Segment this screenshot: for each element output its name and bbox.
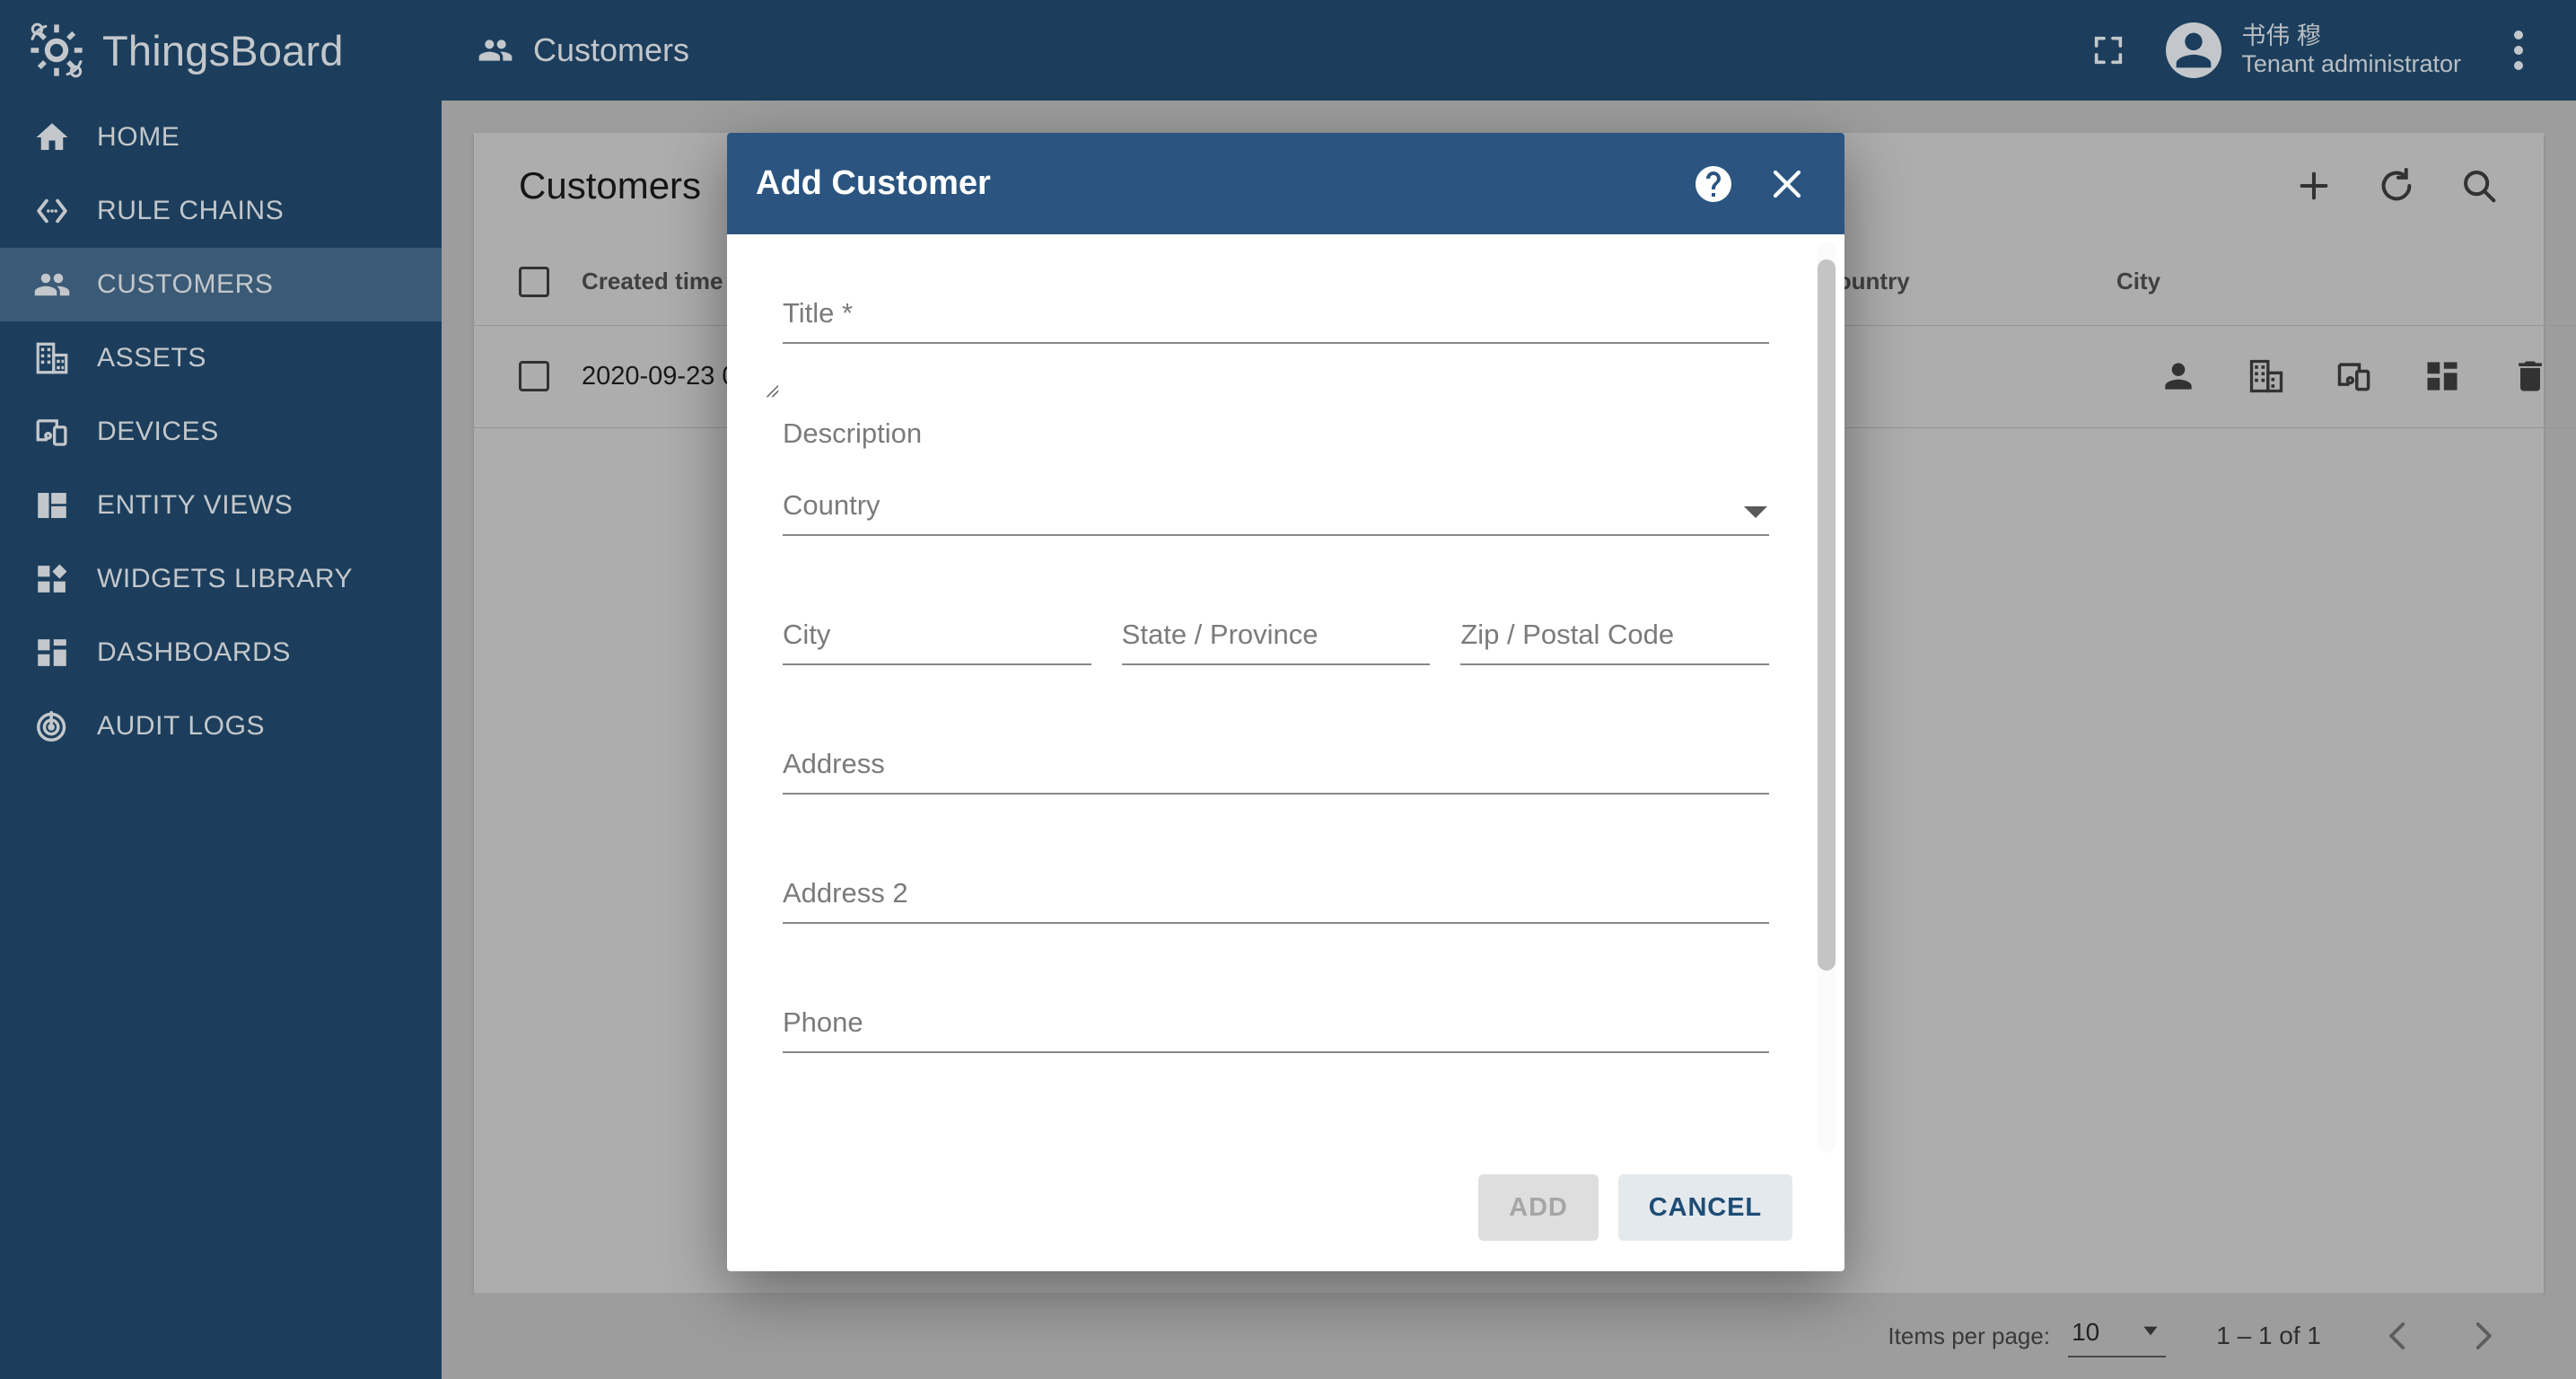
country-field-label: Country: [783, 489, 881, 521]
thingsboard-logo-icon: [27, 21, 86, 80]
add-button[interactable]: ADD: [1478, 1174, 1599, 1241]
address-field-label: Address: [783, 748, 885, 779]
field-address: Address: [783, 728, 1769, 795]
kebab-dot: [2514, 46, 2523, 55]
field-phone: Phone: [783, 987, 1769, 1053]
dialog-scrollbar[interactable]: [1818, 242, 1836, 1153]
sidebar-item-entity-views[interactable]: ENTITY VIEWS: [0, 469, 442, 542]
add-customer-dialog: Add Customer Title * Description Country…: [727, 133, 1844, 1271]
country-select[interactable]: Country: [783, 470, 1769, 536]
sidebar-item-widgets-library[interactable]: WIDGETS LIBRARY: [0, 542, 442, 616]
sidebar-item-label: ASSETS: [97, 343, 206, 373]
cancel-button[interactable]: CANCEL: [1617, 1174, 1792, 1241]
field-state: State / Province: [1121, 599, 1431, 665]
breadcrumb-title: Customers: [533, 31, 690, 68]
sidebar-item-label: AUDIT LOGS: [97, 711, 266, 741]
breadcrumb[interactable]: Customers: [478, 31, 689, 69]
city-field[interactable]: City: [783, 599, 1091, 665]
chevron-down-icon[interactable]: [1744, 506, 1767, 518]
field-gap: [783, 558, 1769, 599]
field-city: City: [783, 599, 1091, 665]
thingsboard-app: ThingsBoard HOME RULE CHAINS CUSTOMERS A…: [0, 0, 2576, 1379]
top-toolbar: Customers 书伟 穆 Tenant administrator: [442, 0, 2576, 101]
entity-views-icon: [32, 486, 72, 525]
address2-field-label: Address 2: [783, 877, 908, 909]
title-field-label: Title *: [783, 297, 854, 329]
sidebar-item-home[interactable]: HOME: [0, 101, 442, 174]
dialog-title: Add Customer: [756, 164, 991, 202]
sidebar-item-assets[interactable]: ASSETS: [0, 321, 442, 395]
field-address2: Address 2: [783, 857, 1769, 924]
fullscreen-icon[interactable]: [2083, 25, 2134, 75]
field-country: Country: [783, 470, 1769, 536]
sidebar-item-label: DEVICES: [97, 417, 219, 446]
phone-field[interactable]: Phone: [783, 987, 1769, 1053]
address-field[interactable]: Address: [783, 728, 1769, 795]
state-field[interactable]: State / Province: [1121, 599, 1431, 665]
sidebar-item-dashboards[interactable]: DASHBOARDS: [0, 616, 442, 690]
field-gap: [783, 428, 1769, 470]
sidebar-item-label: WIDGETS LIBRARY: [97, 564, 354, 593]
assets-icon: [32, 338, 72, 378]
field-zip: Zip / Postal Code: [1460, 599, 1770, 665]
sidebar-item-devices[interactable]: DEVICES: [0, 395, 442, 469]
help-icon[interactable]: [1688, 159, 1739, 209]
dialog-scrollbar-thumb[interactable]: [1818, 259, 1836, 971]
close-icon[interactable]: [1762, 159, 1812, 209]
field-gap: [783, 816, 1769, 857]
address2-field[interactable]: Address 2: [783, 857, 1769, 924]
user-role: Tenant administrator: [2241, 50, 2461, 77]
toolbar-right: 书伟 穆 Tenant administrator: [2083, 22, 2544, 78]
user-name: 书伟 穆: [2241, 22, 2321, 49]
state-field-label: State / Province: [1121, 619, 1319, 650]
sidebar-item-label: DASHBOARDS: [97, 637, 292, 667]
kebab-dot: [2514, 61, 2523, 70]
brand-name: ThingsBoard: [102, 26, 344, 75]
sidebar: ThingsBoard HOME RULE CHAINS CUSTOMERS A…: [0, 0, 442, 1379]
rule-chains-icon: [32, 191, 72, 231]
sidebar-item-rule-chains[interactable]: RULE CHAINS: [0, 174, 442, 248]
city-field-label: City: [783, 619, 831, 650]
resize-handle-icon[interactable]: [763, 382, 781, 400]
sidebar-item-label: HOME: [97, 122, 180, 152]
audit-logs-icon: [32, 707, 72, 746]
kebab-dot: [2514, 31, 2523, 40]
user-meta: 书伟 穆 Tenant administrator: [2241, 22, 2461, 78]
customers-icon: [32, 265, 72, 304]
sidebar-item-label: ENTITY VIEWS: [97, 490, 294, 520]
description-field-label: Description: [783, 417, 923, 449]
customers-icon: [478, 32, 513, 68]
user-menu[interactable]: 书伟 穆 Tenant administrator: [2160, 22, 2466, 78]
dialog-scroll-region: Title * Description Country City State /…: [767, 277, 1789, 1160]
sidebar-item-label: RULE CHAINS: [97, 196, 285, 225]
field-title: Title *: [783, 277, 1769, 344]
zip-field[interactable]: Zip / Postal Code: [1460, 599, 1770, 665]
phone-field-label: Phone: [783, 1006, 863, 1038]
home-icon: [32, 118, 72, 157]
field-gap: [783, 945, 1769, 987]
address-locality-row: City State / Province Zip / Postal Code: [783, 599, 1770, 665]
brand[interactable]: ThingsBoard: [0, 0, 442, 101]
sidebar-item-customers[interactable]: CUSTOMERS: [0, 248, 442, 321]
dialog-header: Add Customer: [727, 133, 1844, 234]
sidebar-nav: HOME RULE CHAINS CUSTOMERS ASSETS DEVICE…: [0, 101, 442, 763]
more-vert-icon[interactable]: [2493, 22, 2544, 78]
devices-icon: [32, 412, 72, 452]
dialog-body: Title * Description Country City State /…: [727, 234, 1844, 1160]
title-field[interactable]: Title *: [783, 277, 1769, 344]
sidebar-item-label: CUSTOMERS: [97, 269, 274, 299]
sidebar-item-audit-logs[interactable]: AUDIT LOGS: [0, 690, 442, 763]
widgets-library-icon: [32, 559, 72, 599]
dialog-footer: ADD CANCEL: [727, 1160, 1844, 1271]
field-gap: [783, 687, 1769, 728]
dialog-header-actions: [1688, 159, 1812, 209]
zip-field-label: Zip / Postal Code: [1460, 619, 1675, 650]
field-gap: [783, 365, 1769, 407]
avatar: [2166, 22, 2222, 78]
dashboards-icon: [32, 633, 72, 672]
